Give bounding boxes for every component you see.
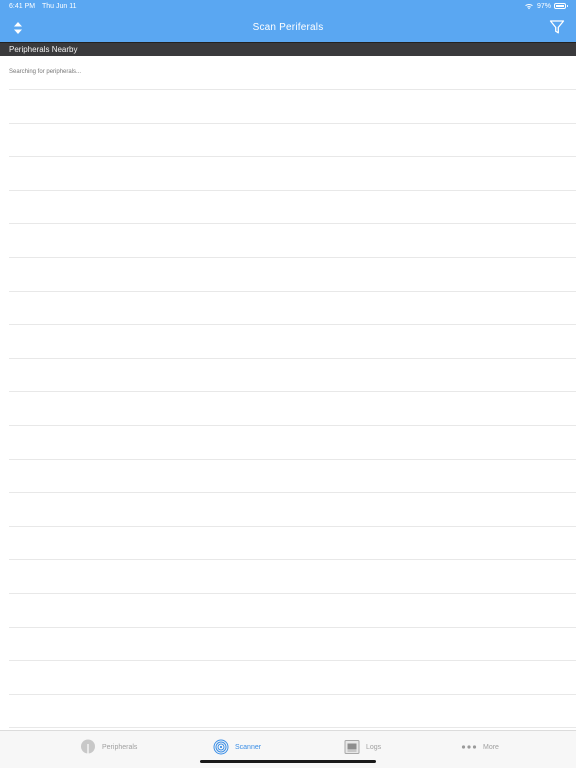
nav-bar: Scan Periferals: [0, 14, 576, 42]
tab-label: Logs: [366, 743, 382, 751]
row-separator: [9, 459, 576, 460]
row-separator: [9, 727, 576, 728]
tab-peripherals[interactable]: Peripherals: [80, 738, 137, 756]
logs-icon: [344, 740, 360, 754]
tab-logs[interactable]: Logs: [344, 738, 381, 756]
more-dots-icon: [461, 745, 477, 749]
row-separator: [9, 492, 576, 493]
row-separator: [9, 257, 576, 258]
row-separator: [9, 526, 576, 527]
row-separator: [9, 156, 576, 157]
row-separator: [9, 627, 576, 628]
row-separator: [9, 291, 576, 292]
peripheral-list[interactable]: Searching for peripherals...: [0, 56, 576, 730]
status-date: Thu Jun 11: [42, 3, 77, 10]
battery-icon: [554, 3, 568, 9]
app-screen: 6:41 PM Thu Jun 11 97% Scan Periferals P…: [0, 0, 576, 768]
tab-label: Scanner: [235, 743, 262, 751]
status-bar: 6:41 PM Thu Jun 11 97%: [0, 0, 576, 14]
tab-scanner[interactable]: Scanner: [213, 738, 261, 756]
row-separator: [9, 694, 576, 695]
tab-label: More: [483, 743, 499, 751]
filter-funnel-icon[interactable]: [549, 19, 565, 35]
status-right: 97%: [524, 2, 568, 10]
row-separator: [9, 223, 576, 224]
row-separator: [9, 559, 576, 560]
search-status-text: Searching for peripherals...: [9, 69, 82, 75]
row-separator: [9, 89, 576, 90]
home-indicator: [200, 760, 376, 763]
status-time: 6:41 PM: [9, 3, 36, 10]
nav-title: Scan Periferals: [252, 22, 324, 33]
row-separator: [9, 324, 576, 325]
header: 6:41 PM Thu Jun 11 97% Scan Periferals: [0, 0, 576, 42]
peripherals-icon: [81, 739, 95, 754]
battery-fill: [556, 5, 564, 7]
row-separator: [9, 358, 576, 359]
row-separator: [9, 391, 576, 392]
row-separator: [9, 123, 576, 124]
row-separator: [9, 425, 576, 426]
scanner-target-icon: [213, 739, 229, 755]
section-title: Peripherals Nearby: [9, 45, 78, 54]
battery-percent: 97%: [536, 2, 551, 10]
section-header: Peripherals Nearby: [0, 42, 576, 56]
row-separator: [9, 593, 576, 594]
row-separator: [9, 660, 576, 661]
row-separator: [9, 190, 576, 191]
tab-label: Peripherals: [102, 743, 138, 751]
wifi-icon: [525, 3, 533, 10]
tab-more[interactable]: More: [461, 738, 499, 756]
